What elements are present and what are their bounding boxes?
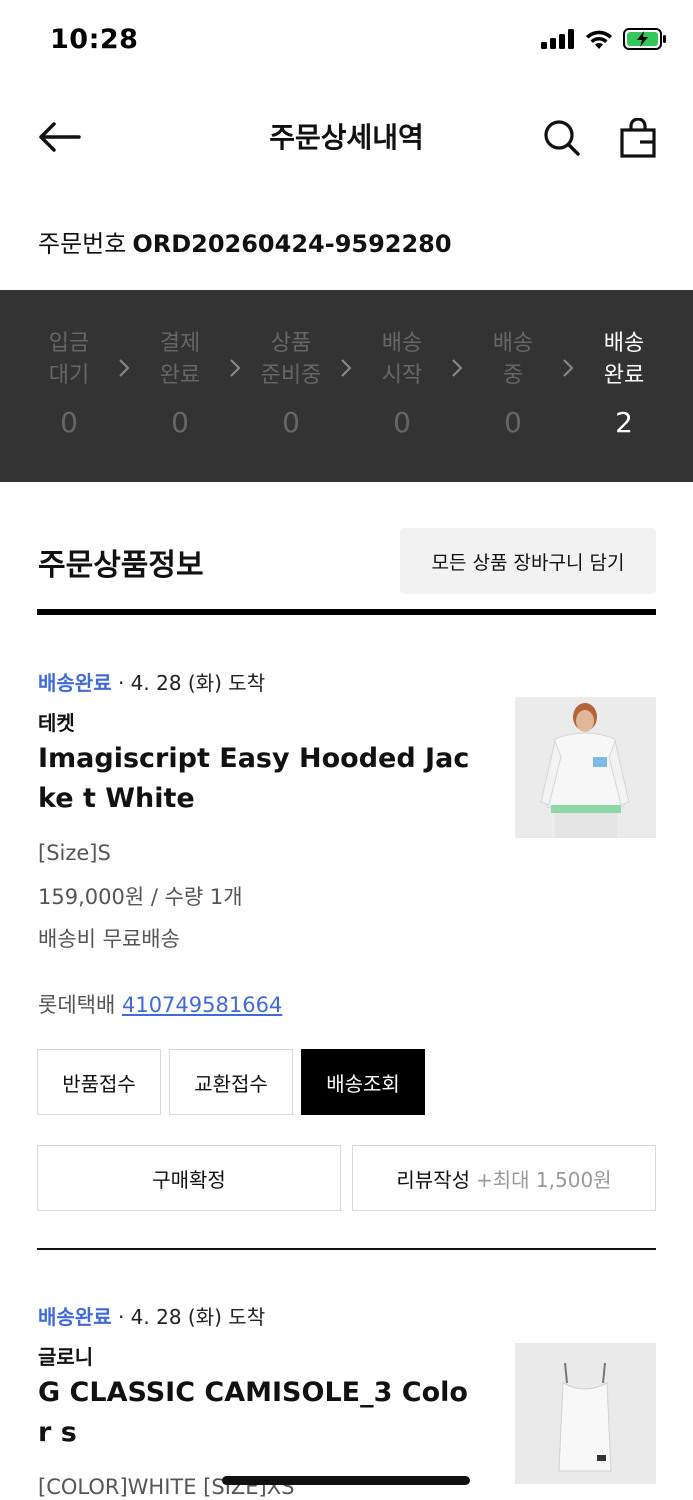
write-review-label: 리뷰작성	[396, 1167, 471, 1192]
step-label-line1: 결제	[159, 331, 201, 356]
step-label-line2: 준비중	[260, 363, 322, 388]
order-number-value: ORD20260424-9592280	[132, 230, 452, 258]
step-label-line1: 입금	[48, 331, 90, 356]
step-label-line2: 시작	[381, 363, 423, 388]
product-name[interactable]: G CLASSIC CAMISOLE_3 Color s	[38, 1373, 478, 1453]
tracking-number-link[interactable]: 410749581664	[122, 993, 282, 1017]
battery-charging-icon	[623, 28, 666, 50]
step-label-line1: 배송	[381, 331, 423, 356]
order-number: 주문번호 ORD20260424-9592280	[38, 224, 452, 259]
item-divider	[37, 1248, 656, 1250]
step-count: 0	[393, 406, 411, 439]
step-label-line2: 완료	[603, 363, 645, 388]
header: 주문상세내역	[0, 100, 693, 176]
step-count: 0	[60, 406, 78, 439]
order-number-label: 주문번호	[38, 230, 127, 258]
step-count: 0	[282, 406, 300, 439]
step-count: 0	[171, 406, 189, 439]
step-label-line2: 중	[502, 363, 524, 388]
courier-name: 롯데택배	[38, 993, 116, 1017]
brand-name[interactable]: 글로니	[38, 1341, 93, 1370]
status-icons	[541, 28, 667, 50]
brand-name[interactable]: 테켓	[38, 707, 75, 736]
return-request-button[interactable]: 반품접수	[37, 1049, 161, 1115]
track-delivery-button[interactable]: 배송조회	[301, 1049, 425, 1115]
status-time: 10:28	[50, 24, 139, 55]
wifi-icon	[586, 30, 612, 49]
step-label-line2: 완료	[159, 363, 201, 388]
delivery-status: 배송완료	[38, 1305, 112, 1329]
page-title: 주문상세내역	[269, 121, 424, 154]
chevron-right-icon	[451, 358, 465, 378]
step-in-transit[interactable]: 배송 중 0	[473, 328, 553, 439]
delivery-date: · 4. 28 (화) 도착	[117, 1305, 266, 1329]
courier-info: 롯데택배 410749581664	[38, 989, 282, 1019]
price-quantity: 159,000원 / 수량 1개	[38, 885, 243, 909]
chevron-right-icon	[229, 358, 243, 378]
step-count: 0	[504, 406, 522, 439]
step-awaiting-deposit[interactable]: 입금 대기 0	[29, 328, 109, 439]
delivery-date: · 4. 28 (화) 도착	[117, 671, 266, 695]
section-title: 주문상품정보	[38, 548, 204, 583]
home-indicator	[222, 1476, 470, 1485]
chevron-right-icon	[562, 358, 576, 378]
step-count: 2	[615, 406, 633, 439]
chevron-right-icon	[118, 358, 132, 378]
step-label-line1: 배송	[603, 331, 645, 356]
step-shipping-started[interactable]: 배송 시작 0	[362, 328, 442, 439]
search-button[interactable]	[538, 114, 586, 162]
section-divider	[37, 609, 656, 615]
shopping-bag-icon	[620, 118, 656, 158]
delivery-info: 배송완료 · 4. 28 (화) 도착	[38, 1301, 265, 1330]
product-name[interactable]: Imagiscript Easy Hooded Jacke t White	[38, 739, 478, 819]
step-preparing[interactable]: 상품 준비중 0	[251, 328, 331, 439]
chevron-right-icon	[340, 358, 354, 378]
order-status-panel: 입금 대기 0 결제 완료 0 상품 준비중 0 배송 시작 0 배송 중 0 …	[0, 290, 693, 482]
product-option: [Size]S	[38, 841, 111, 865]
delivery-info: 배송완료 · 4. 28 (화) 도착	[38, 667, 265, 696]
status-bar: 10:28	[0, 0, 693, 84]
confirm-purchase-button[interactable]: 구매확정	[37, 1145, 341, 1211]
step-label-line1: 상품	[270, 331, 312, 356]
step-delivered[interactable]: 배송 완료 2	[584, 328, 664, 439]
search-icon	[544, 120, 580, 156]
add-all-to-cart-button[interactable]: 모든 상품 장바구니 담기	[400, 528, 656, 594]
step-label-line1: 배송	[492, 331, 534, 356]
signal-icon	[541, 29, 574, 49]
product-image[interactable]	[515, 1343, 656, 1484]
step-payment-complete[interactable]: 결제 완료 0	[140, 328, 220, 439]
shipping-fee: 배송비 무료배송	[38, 927, 180, 951]
delivery-status: 배송완료	[38, 671, 112, 695]
cart-button[interactable]	[614, 114, 662, 162]
step-label-line2: 대기	[48, 363, 90, 388]
product-image[interactable]	[515, 697, 656, 838]
review-reward: +최대 1,500원	[476, 1167, 612, 1192]
write-review-button[interactable]: 리뷰작성 +최대 1,500원	[352, 1145, 656, 1211]
exchange-request-button[interactable]: 교환접수	[169, 1049, 293, 1115]
